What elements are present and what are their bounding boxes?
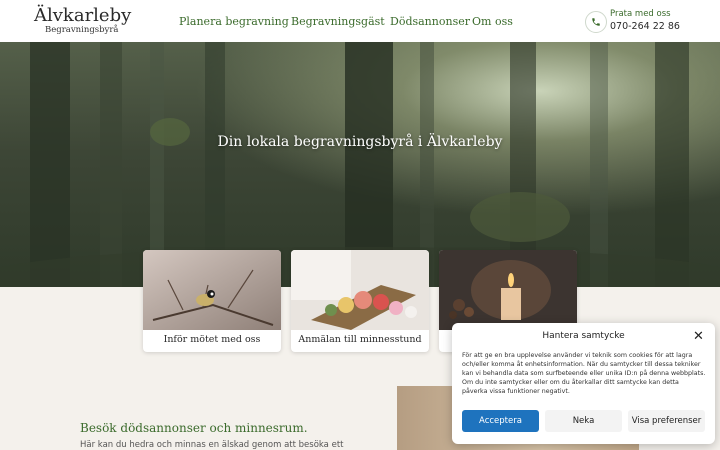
nav-dodsannonser[interactable]: Dödsannonser <box>390 15 470 28</box>
logo-name[interactable]: Älvkarleby <box>34 6 131 26</box>
deny-button[interactable]: Neka <box>545 410 622 432</box>
hero-title: Din lokala begravningsbyrå i Älvkarleby <box>217 134 503 150</box>
preferences-button[interactable]: Visa preferenser <box>628 410 705 432</box>
consent-dialog: Hantera samtycke ✕ För att ge en bra upp… <box>452 323 715 444</box>
site-header: Älvkarleby Begravningsbyrå Planera begra… <box>0 0 720 42</box>
nav-begravningsgast[interactable]: Begravningsgäst <box>291 15 385 28</box>
card-label[interactable]: Inför mötet med oss <box>143 334 281 345</box>
nav-om-oss[interactable]: Om oss <box>472 15 513 28</box>
close-icon[interactable]: ✕ <box>693 329 704 344</box>
consent-body: För att ge en bra upplevelse använder vi… <box>462 352 706 395</box>
card-anmalan-minnesstund[interactable]: Anmälan till minnesstund <box>291 250 429 352</box>
flowers-photo-icon <box>291 250 429 330</box>
phone-icon[interactable] <box>585 11 607 33</box>
consent-title: Hantera samtycke <box>542 331 625 341</box>
accept-button[interactable]: Acceptera <box>462 410 539 432</box>
contact-label[interactable]: Prata med oss <box>610 9 671 19</box>
section-title: Besök dödsannonser och minnesrum. <box>80 421 308 435</box>
contact-phone[interactable]: 070-264 22 86 <box>610 21 680 32</box>
card-infor-motet[interactable]: Inför mötet med oss <box>143 250 281 352</box>
candle-photo-icon <box>439 250 577 330</box>
logo-subtitle[interactable]: Begravningsbyrå <box>45 25 119 35</box>
nav-planera-begravning[interactable]: Planera begravning <box>179 15 289 28</box>
card-label[interactable]: Anmälan till minnesstund <box>291 334 429 345</box>
bird-photo-icon <box>143 250 281 330</box>
section-text: Här kan du hedra och minnas en älskad ge… <box>80 440 344 450</box>
